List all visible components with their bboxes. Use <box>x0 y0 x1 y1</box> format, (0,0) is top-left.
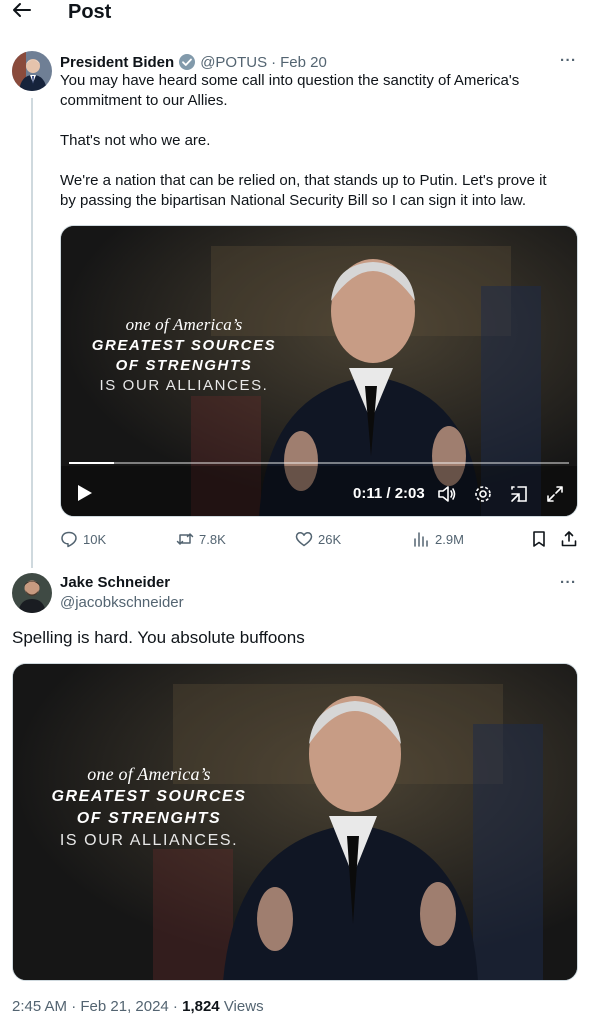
author-name[interactable]: Jake Schneider <box>60 573 184 593</box>
share-button[interactable] <box>560 529 578 549</box>
video-player[interactable]: one of America’s GREATEST SOURCES OF STR… <box>60 225 578 517</box>
caption-line: OF STRENGHTS <box>115 357 253 374</box>
dot-separator: · <box>271 53 277 71</box>
pip-icon[interactable] <box>509 484 529 504</box>
tweet-author-row: President Biden @POTUS · Feb 20 <box>60 52 327 72</box>
caption-line: IS OUR ALLIANCES. <box>99 377 269 394</box>
views-icon <box>414 532 428 547</box>
bookmark-button[interactable] <box>530 529 548 549</box>
author-handle[interactable]: @POTUS <box>200 54 267 71</box>
page-title: Post <box>68 1 112 23</box>
author-handle[interactable]: @jacobkschneider <box>60 593 184 613</box>
tweet-paragraph: We're a nation that can be relied on, th… <box>60 172 547 209</box>
page-header: Post <box>0 0 594 28</box>
repost-count: 7.8K <box>199 531 226 547</box>
tweet-paragraph: That's not who we are. <box>60 132 211 149</box>
views-count: 2.9M <box>435 531 464 547</box>
more-icon[interactable]: ··· <box>560 52 577 69</box>
share-icon <box>561 531 577 547</box>
reply-count: 10K <box>83 531 107 547</box>
fullscreen-icon[interactable] <box>545 484 565 504</box>
author-name[interactable]: President Biden <box>60 54 174 71</box>
caption-line: one of America’s <box>87 764 211 784</box>
reply-icon <box>61 531 77 548</box>
tweet-paragraph: You may have heard some call into questi… <box>60 72 520 109</box>
like-count: 26K <box>318 531 342 547</box>
views-label: Views <box>223 998 264 1015</box>
views-count: 1,824 <box>182 998 220 1015</box>
avatar[interactable] <box>12 51 52 91</box>
video-progress-bar[interactable] <box>69 462 569 464</box>
bookmark-icon <box>533 531 545 547</box>
thread-connector-line <box>31 98 33 568</box>
caption-line: IS OUR ALLIANCES. <box>59 832 239 849</box>
caption-line: GREATEST SOURCES <box>51 788 247 805</box>
post-timestamp[interactable]: 2:45 AM · Feb 21, 2024 · <box>12 998 178 1015</box>
image-caption: one of America’s GREATEST SOURCES OF STR… <box>39 762 259 852</box>
caption-line: GREATEST SOURCES <box>91 337 277 354</box>
post-date[interactable]: Feb 20 <box>280 54 327 71</box>
tweet-action-bar: 10K 7.8K 26K 2.9M <box>60 529 580 551</box>
video-progress-fill <box>69 462 114 464</box>
play-icon[interactable] <box>75 484 93 502</box>
avatar[interactable] <box>12 573 52 613</box>
post-meta: 2:45 AM · Feb 21, 2024 · 1,824 Views <box>12 998 264 1015</box>
caption-line: one of America’s <box>125 315 243 334</box>
views-button[interactable]: 2.9M <box>412 529 464 549</box>
reply-author: Jake Schneider @jacobkschneider <box>60 573 184 613</box>
back-arrow-icon[interactable] <box>12 0 34 24</box>
repost-button[interactable]: 7.8K <box>176 529 226 549</box>
video-time: 0:11 / 2:03 <box>353 485 425 502</box>
settings-icon[interactable] <box>473 484 493 504</box>
like-icon <box>295 532 313 547</box>
reply-image[interactable]: one of America’s GREATEST SOURCES OF STR… <box>12 663 578 981</box>
reply-text: Spelling is hard. You absolute buffoons <box>12 628 305 647</box>
tweet-text: You may have heard some call into questi… <box>60 71 560 211</box>
caption-line: OF STRENGHTS <box>76 810 222 827</box>
video-caption: one of America’s GREATEST SOURCES OF STR… <box>79 314 289 396</box>
like-button[interactable]: 26K <box>295 529 341 549</box>
reply-button[interactable]: 10K <box>60 529 106 549</box>
repost-icon <box>176 533 194 545</box>
volume-icon[interactable] <box>437 484 457 504</box>
verified-badge-icon <box>178 53 196 71</box>
more-icon[interactable]: ··· <box>560 574 577 591</box>
